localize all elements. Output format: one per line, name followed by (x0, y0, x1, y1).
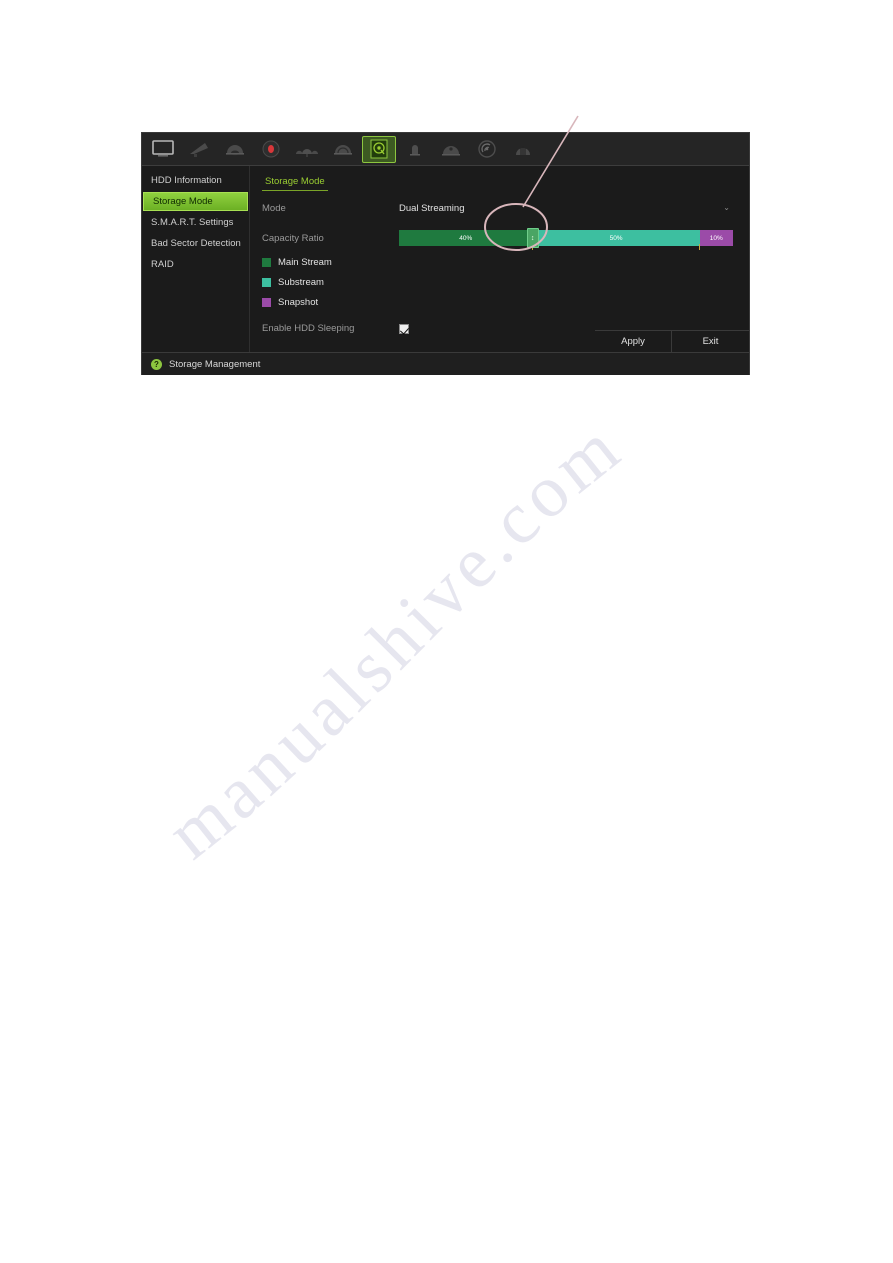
sidebar-item-smart-settings[interactable]: S.M.A.R.T. Settings (142, 213, 249, 232)
capacity-segment-substream[interactable]: 50% (532, 230, 700, 246)
tab-storage-mode[interactable]: Storage Mode (262, 176, 328, 191)
sidebar-item-storage-mode[interactable]: Storage Mode (143, 192, 248, 211)
sidebar-item-hdd-information[interactable]: HDD Information (142, 171, 249, 190)
mode-dropdown[interactable]: Dual Streaming ⌄ (399, 200, 734, 216)
capacity-slider-handle[interactable]: ↕ (526, 228, 539, 248)
page-root: manualshive.com HDD Information Storage … (0, 0, 893, 1263)
wireless-icon[interactable] (470, 136, 504, 163)
sidebar-item-raid[interactable]: RAID (142, 255, 249, 274)
window-body: HDD Information Storage Mode S.M.A.R.T. … (142, 166, 749, 352)
capacity-ratio-slider[interactable]: 40% 50% 10% ↕ (399, 228, 733, 250)
main-menu-toolbar[interactable] (142, 133, 749, 166)
camera-icon[interactable] (182, 136, 216, 163)
segment-percent-label: 40% (459, 234, 473, 242)
sidebar-item-label: RAID (151, 259, 174, 270)
mode-label: Mode (262, 202, 286, 214)
chevron-down-icon[interactable]: ⌄ (723, 204, 730, 212)
legend-item-main-stream: Main Stream (262, 252, 749, 272)
mode-value: Dual Streaming (399, 202, 465, 214)
settings-sidebar[interactable]: HDD Information Storage Mode S.M.A.R.T. … (142, 166, 250, 352)
sidebar-item-label: Storage Mode (153, 196, 213, 207)
capacity-segment-snapshot[interactable]: 10% (699, 230, 733, 246)
legend-item-substream: Substream (262, 272, 749, 292)
sidebar-item-label: HDD Information (151, 175, 222, 186)
network-dome-icon[interactable] (434, 136, 468, 163)
mode-row: Mode Dual Streaming ⌄ (250, 200, 749, 216)
legend-label: Substream (278, 276, 324, 288)
system-icon[interactable] (506, 136, 540, 163)
legend-swatch-substream (262, 277, 271, 287)
capacity-tick-sub (699, 244, 701, 250)
sidebar-item-label: S.M.A.R.T. Settings (151, 217, 234, 228)
capacity-ratio-row: Capacity Ratio 40% 50% 10% ↕ (250, 228, 749, 250)
storage-management-window: HDD Information Storage Mode S.M.A.R.T. … (141, 132, 750, 375)
sidebar-item-bad-sector-detection[interactable]: Bad Sector Detection (142, 234, 249, 253)
alarm-icon[interactable] (398, 136, 432, 163)
status-bar-title: Storage Management (169, 358, 261, 370)
record-icon[interactable] (254, 136, 288, 163)
dome-network-icon[interactable] (326, 136, 360, 163)
segment-percent-label: 10% (709, 234, 723, 242)
tab-bar[interactable]: Storage Mode (250, 171, 749, 191)
hdd-storage-icon[interactable] (362, 135, 396, 163)
monitor-icon[interactable] (146, 136, 180, 163)
status-bar: ? Storage Management (142, 352, 749, 375)
multi-camera-icon[interactable] (290, 136, 324, 163)
watermark: manualshive.com (150, 370, 770, 930)
apply-button[interactable]: Apply (595, 331, 672, 352)
legend-swatch-snapshot (262, 297, 271, 307)
help-icon[interactable]: ? (151, 358, 162, 370)
capacity-bar[interactable]: 40% 50% 10% (399, 230, 733, 246)
enable-hdd-sleeping-label: Enable HDD Sleeping (262, 323, 355, 334)
dome-camera-icon[interactable] (218, 136, 252, 163)
legend-item-snapshot: Snapshot (262, 292, 749, 312)
legend-swatch-main-stream (262, 257, 271, 267)
svg-text:manualshive.com: manualshive.com (152, 405, 638, 875)
sidebar-item-label: Bad Sector Detection (151, 238, 241, 249)
settings-content-pane: Storage Mode Mode Dual Streaming ⌄ Capac… (250, 166, 749, 352)
segment-percent-label: 50% (609, 234, 623, 242)
dialog-button-row[interactable]: Apply Exit (595, 330, 749, 352)
capacity-legend: Main Stream Substream Snapshot (250, 252, 749, 312)
exit-button[interactable]: Exit (672, 331, 749, 352)
capacity-ratio-label: Capacity Ratio (262, 232, 324, 244)
legend-label: Snapshot (278, 296, 319, 308)
legend-label: Main Stream (278, 256, 332, 268)
enable-hdd-sleeping-checkbox[interactable] (399, 323, 409, 334)
capacity-segment-main-stream[interactable]: 40% (399, 230, 533, 246)
